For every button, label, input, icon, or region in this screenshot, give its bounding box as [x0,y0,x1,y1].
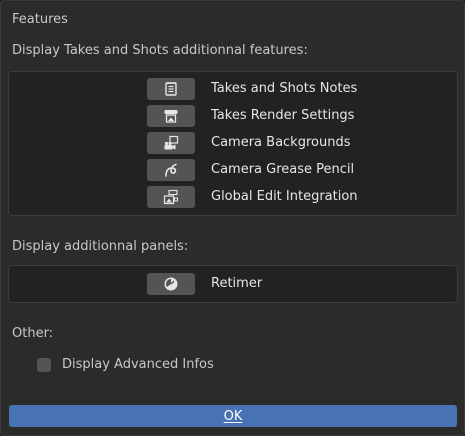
retimer-toggle-button[interactable] [147,273,195,295]
takes-notes-label: Takes and Shots Notes [211,81,358,96]
render-settings-icon [164,110,178,123]
takes-render-settings-toggle-button[interactable] [147,105,195,127]
takes-features-panel: Takes and Shots Notes Takes Render Setti… [8,71,458,216]
takes-render-settings-label: Takes Render Settings [211,108,355,123]
features-dialog: Features Display Takes and Shots additio… [0,0,465,436]
retimer-label: Retimer [211,276,263,291]
other-section-label: Other: [12,326,54,341]
notes-icon [165,82,177,96]
camera-grease-pencil-toggle-button[interactable] [147,159,195,181]
panel-row-retimer: Retimer [9,273,457,297]
feature-row-takes-render-settings: Takes Render Settings [9,105,457,129]
global-edit-icon [163,189,178,205]
camera-backgrounds-label: Camera Backgrounds [211,135,351,150]
takes-section-label: Display Takes and Shots additionnal feat… [12,43,308,58]
global-edit-integration-toggle-button[interactable] [147,186,195,208]
grease-pencil-icon [165,163,177,177]
retimer-clock-icon [164,277,178,291]
additional-panels-panel: Retimer [8,265,458,303]
dialog-title: Features [12,12,68,27]
advanced-infos-label: Display Advanced Infos [62,357,214,372]
takes-notes-toggle-button[interactable] [147,78,195,100]
advanced-infos-checkbox[interactable] [37,358,51,372]
feature-row-global-edit-integration: Global Edit Integration [9,186,457,210]
ok-button-label: OK [223,408,243,424]
feature-row-camera-backgrounds: Camera Backgrounds [9,132,457,156]
camera-backgrounds-icon [164,135,179,150]
camera-grease-pencil-label: Camera Grease Pencil [211,162,355,177]
camera-backgrounds-toggle-button[interactable] [147,132,195,154]
feature-row-takes-notes: Takes and Shots Notes [9,78,457,102]
feature-row-camera-grease-pencil: Camera Grease Pencil [9,159,457,183]
ok-button[interactable]: OK [9,405,457,427]
panels-section-label: Display additionnal panels: [12,239,189,254]
global-edit-integration-label: Global Edit Integration [211,189,358,204]
